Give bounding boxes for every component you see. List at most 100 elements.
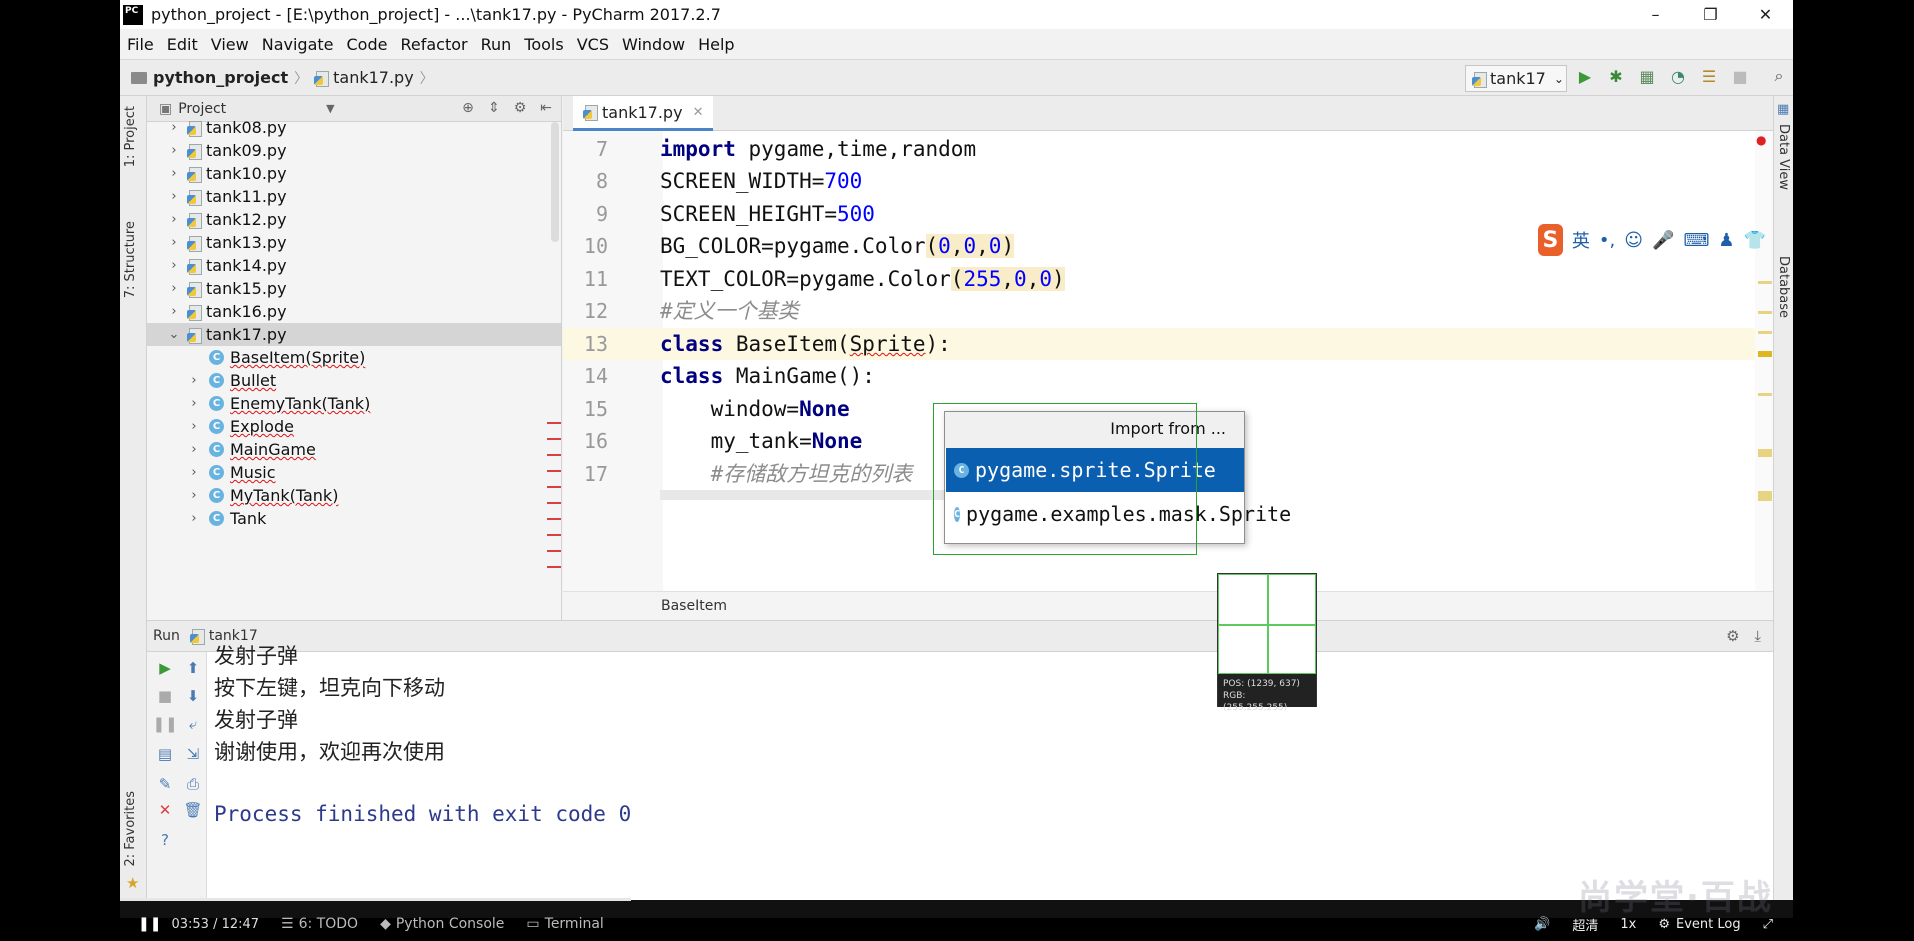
event-log-label[interactable]: Event Log	[1676, 917, 1741, 932]
error-marker[interactable]	[547, 470, 561, 472]
close-icon[interactable]: ✕	[693, 105, 704, 120]
settings-icon[interactable]: ⚙	[1658, 917, 1670, 932]
tab-todo[interactable]: ☰ 6: TODO	[281, 916, 358, 932]
hide-panel-icon[interactable]: ⤓	[1754, 627, 1761, 645]
tab-python-console[interactable]: ◆ Python Console	[380, 916, 504, 932]
stop-icon[interactable]: ■	[155, 686, 175, 706]
chevron-right-icon[interactable]: ›	[167, 143, 181, 158]
chevron-right-icon[interactable]: ›	[167, 281, 181, 296]
tree-class-row[interactable]: › C Tank	[147, 507, 561, 530]
tree-class-row[interactable]: › C MyTank(Tank)	[147, 484, 561, 507]
chevron-right-icon[interactable]: ›	[187, 488, 201, 503]
sogou-logo-icon[interactable]: S	[1538, 224, 1563, 256]
scroll-marker[interactable]	[1758, 393, 1772, 396]
quality-button[interactable]: 超清	[1572, 915, 1598, 934]
punctuation-icon[interactable]: •,	[1599, 230, 1615, 251]
coverage-icon[interactable]: ▦	[1637, 66, 1657, 86]
chevron-right-icon[interactable]: ›	[167, 304, 181, 319]
gear-icon[interactable]: ⚙	[511, 100, 529, 116]
tree-file-row-selected[interactable]: ⌄ tank17.py	[147, 323, 561, 346]
error-marker[interactable]	[547, 438, 561, 440]
scroll-marker[interactable]	[1758, 281, 1772, 284]
chevron-right-icon[interactable]: ›	[167, 166, 181, 181]
console-output[interactable]: 发射子弹 按下左键，坦克向下移动 发射子弹 谢谢使用，欢迎再次使用 Proces…	[207, 644, 1773, 900]
tree-class-row[interactable]: C BaseItem(Sprite)	[147, 346, 561, 369]
video-progress-bar[interactable]	[120, 898, 631, 901]
print-icon[interactable]: ⎙	[183, 774, 203, 794]
shirt-icon[interactable]: 👕	[1744, 230, 1766, 251]
gear-icon[interactable]: ⚙	[1726, 627, 1739, 645]
menu-view[interactable]: View	[211, 35, 249, 54]
run-icon[interactable]: ▶	[1575, 66, 1595, 86]
tab-project[interactable]: 1: Project	[123, 106, 138, 167]
tree-class-row[interactable]: › C EnemyTank(Tank)	[147, 392, 561, 415]
arrow-up-icon[interactable]: ⬆	[183, 658, 203, 678]
chevron-right-icon[interactable]: ›	[187, 511, 201, 526]
keyboard-icon[interactable]: ⌨	[1683, 230, 1709, 251]
error-marker[interactable]	[547, 502, 561, 504]
menu-tools[interactable]: Tools	[524, 35, 563, 54]
chevron-right-icon[interactable]: ›	[167, 235, 181, 250]
fullscreen-icon[interactable]: ⤢	[1763, 917, 1773, 932]
maximize-button[interactable]: ❐	[1683, 0, 1738, 29]
dropdown-arrow-icon[interactable]: ▼	[326, 102, 334, 115]
tree-file-row[interactable]: › tank14.py	[147, 254, 561, 277]
tree-file-row[interactable]: › tank13.py	[147, 231, 561, 254]
chevron-right-icon[interactable]: ›	[187, 419, 201, 434]
profile-icon[interactable]: ◔	[1668, 66, 1688, 86]
chevron-down-icon[interactable]: ⌄	[167, 327, 181, 342]
error-marker[interactable]	[547, 534, 561, 536]
scroll-marker[interactable]	[1758, 331, 1772, 334]
menu-code[interactable]: Code	[347, 35, 388, 54]
tab-database[interactable]: Database	[1776, 256, 1791, 318]
tree-file-row[interactable]: › tank15.py	[147, 277, 561, 300]
error-marker[interactable]	[547, 550, 561, 552]
chevron-right-icon[interactable]: ›	[167, 120, 181, 135]
error-marker[interactable]	[547, 454, 561, 456]
menu-refactor[interactable]: Refactor	[400, 35, 467, 54]
close-icon[interactable]: ✕	[155, 800, 175, 820]
project-panel-title[interactable]: Project	[178, 101, 226, 117]
soft-wrap-icon[interactable]: ⤶	[183, 714, 203, 734]
tree-class-row[interactable]: › C Bullet	[147, 369, 561, 392]
chevron-right-icon[interactable]: ›	[187, 373, 201, 388]
search-icon[interactable]: ⌕	[1769, 66, 1789, 86]
chevron-right-icon[interactable]: ›	[167, 212, 181, 227]
scroll-marker[interactable]	[1758, 311, 1772, 314]
speed-button[interactable]: 1x	[1620, 917, 1636, 932]
menu-vcs[interactable]: VCS	[577, 35, 609, 54]
tree-file-row[interactable]: › tank12.py	[147, 208, 561, 231]
menu-help[interactable]: Help	[698, 35, 734, 54]
menu-run[interactable]: Run	[481, 35, 512, 54]
breadcrumb-project[interactable]: python_project	[153, 68, 288, 87]
microphone-icon[interactable]: 🎤	[1652, 230, 1674, 251]
stop-icon[interactable]: ■	[1730, 66, 1750, 86]
rerun-icon[interactable]: ▶	[155, 658, 175, 678]
volume-icon[interactable]: 🔊	[1534, 917, 1550, 932]
trash-icon[interactable]: 🗑	[183, 800, 203, 820]
menu-navigate[interactable]: Navigate	[262, 35, 334, 54]
pin-icon[interactable]: ✎	[155, 774, 175, 794]
chevron-right-icon[interactable]: ›	[167, 258, 181, 273]
run-config-select[interactable]: tank17 ⌄	[1465, 65, 1567, 92]
scroll-marker[interactable]	[1758, 351, 1772, 357]
collapse-icon[interactable]: ⇕	[485, 100, 503, 116]
error-marker[interactable]	[547, 566, 561, 568]
error-marker[interactable]	[547, 518, 561, 520]
arrow-down-icon[interactable]: ⬇	[183, 686, 203, 706]
tree-file-row[interactable]: › tank16.py	[147, 300, 561, 323]
emoji-icon[interactable]: ☺	[1624, 230, 1643, 251]
locate-icon[interactable]: ⊕	[459, 100, 477, 116]
chevron-right-icon[interactable]: ›	[187, 442, 201, 457]
tree-class-row[interactable]: › C Music	[147, 461, 561, 484]
tab-favorites[interactable]: 2: Favorites	[123, 791, 138, 867]
user-icon[interactable]: ♟	[1718, 230, 1734, 251]
tab-structure[interactable]: 7: Structure	[123, 221, 138, 298]
chevron-right-icon[interactable]: ›	[167, 189, 181, 204]
tree-class-row[interactable]: › C Explode	[147, 415, 561, 438]
scroll-to-end-icon[interactable]: ⇲	[183, 744, 203, 764]
pause-icon[interactable]: ❚❚	[152, 714, 177, 734]
error-marker[interactable]	[547, 422, 561, 424]
tab-data-view[interactable]: Data View	[1776, 124, 1791, 190]
error-indicator-icon[interactable]: ●	[1756, 133, 1766, 147]
